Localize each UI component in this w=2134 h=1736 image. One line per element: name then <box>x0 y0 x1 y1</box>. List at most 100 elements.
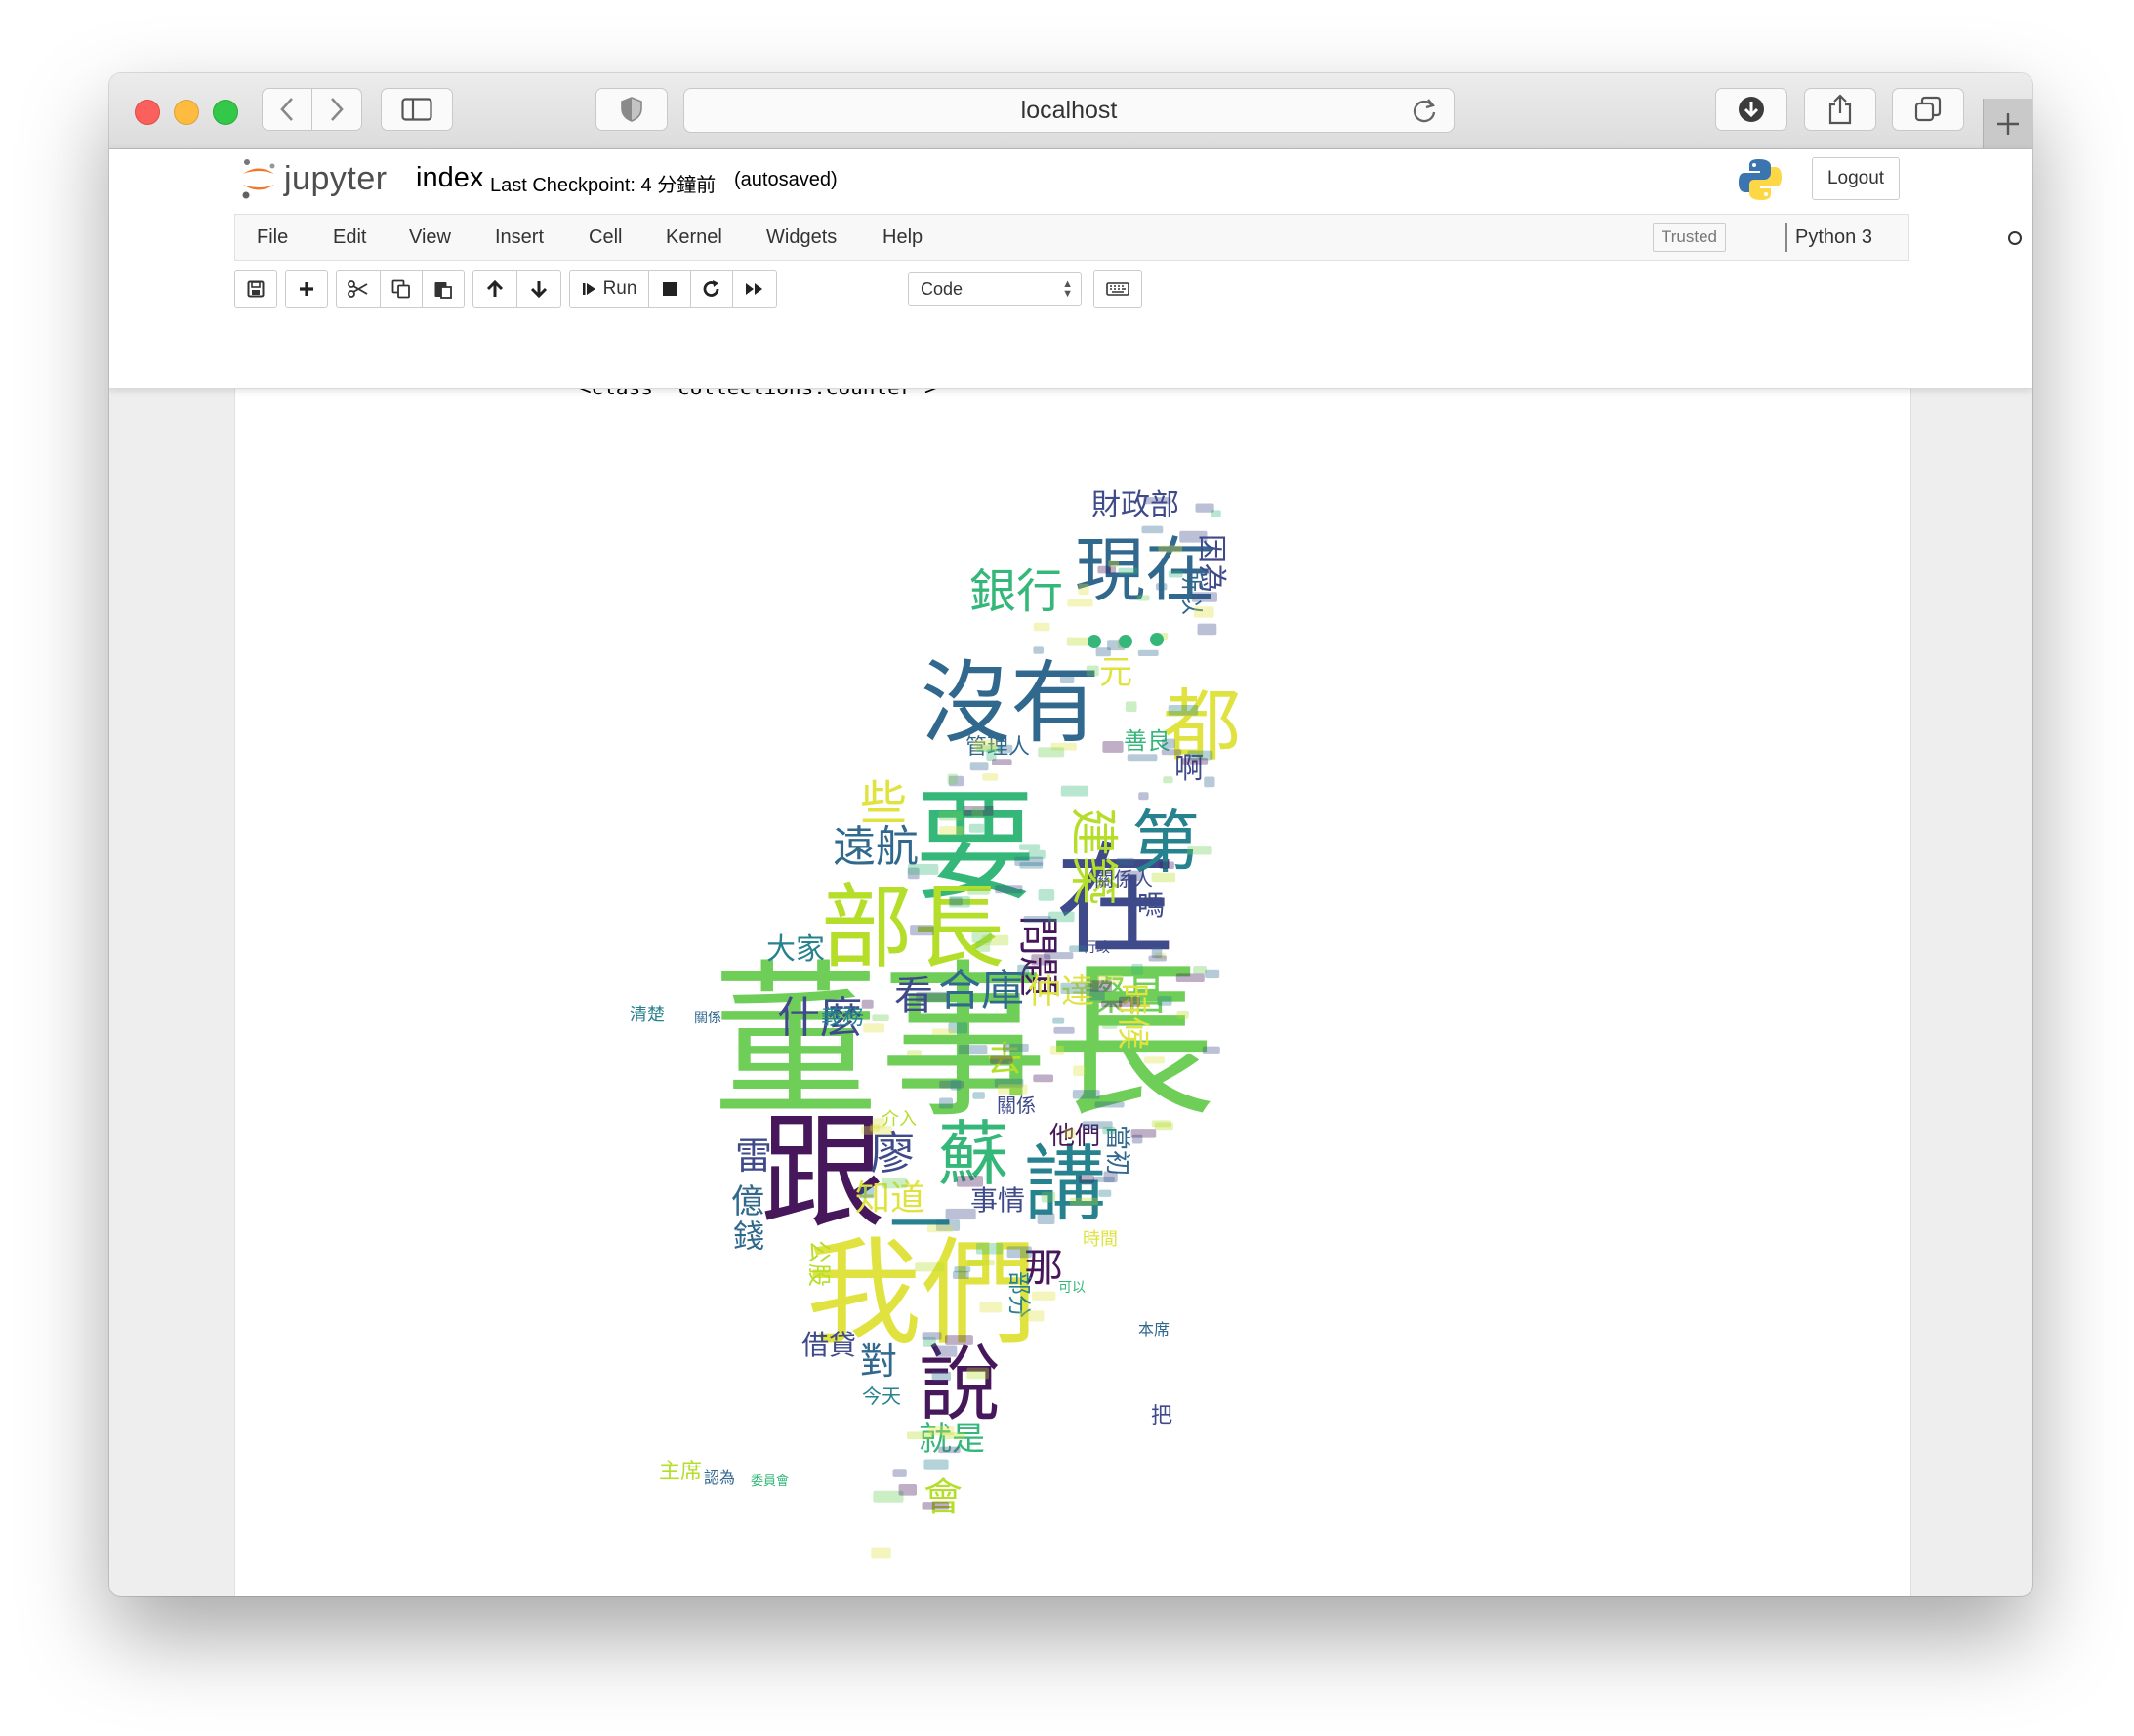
logout-button[interactable]: Logout <box>1812 157 1900 200</box>
forward-button[interactable] <box>311 88 362 131</box>
small-word-mark <box>1108 560 1119 568</box>
small-word-mark <box>1060 982 1091 994</box>
small-word-mark <box>1103 1171 1118 1183</box>
small-word-mark <box>926 1224 954 1233</box>
small-word-mark <box>1158 545 1183 553</box>
trusted-indicator[interactable]: Trusted <box>1653 223 1727 252</box>
small-word-mark <box>1143 497 1171 505</box>
small-word-mark <box>1195 503 1214 513</box>
minimize-window-button[interactable] <box>174 100 199 125</box>
word-億: 億 <box>731 1182 764 1221</box>
small-word-mark <box>1078 583 1089 595</box>
step-forward-icon <box>582 283 595 295</box>
word-清楚: 清楚 <box>630 1005 665 1025</box>
share-icon <box>1828 94 1852 125</box>
save-button[interactable] <box>234 270 277 308</box>
cut-button[interactable] <box>336 270 381 308</box>
jupyter-header: jupyter index Last Checkpoint: 4 分鐘前 (au… <box>109 149 2032 389</box>
small-word-mark <box>966 1367 989 1380</box>
small-word-mark <box>1119 870 1143 882</box>
menu-kernel[interactable]: Kernel <box>666 227 722 249</box>
word-時候: 時候 <box>1113 983 1152 1050</box>
command-palette-button[interactable] <box>1093 270 1142 308</box>
small-word-mark <box>975 1243 1004 1255</box>
run-label: Run <box>602 278 637 299</box>
small-word-mark <box>1136 595 1150 601</box>
select-arrows-icon: ▲ ▼ <box>1062 278 1073 300</box>
small-word-mark <box>1072 1090 1100 1099</box>
small-word-mark <box>967 1260 995 1266</box>
word-銀行: 銀行 <box>969 564 1063 619</box>
new-tab-button[interactable] <box>1983 99 2032 148</box>
restart-button[interactable] <box>690 270 733 308</box>
small-word-mark <box>1023 916 1051 924</box>
copy-icon <box>391 279 410 299</box>
menu-file[interactable]: File <box>257 227 288 249</box>
privacy-button[interactable] <box>595 88 668 131</box>
small-word-mark <box>939 1097 953 1109</box>
downloads-button[interactable] <box>1715 88 1787 131</box>
plus-icon <box>300 282 313 296</box>
small-word-mark <box>947 773 958 785</box>
small-word-mark <box>1089 989 1105 1001</box>
menu-insert[interactable]: Insert <box>495 227 544 249</box>
tabs-icon <box>1914 96 1942 122</box>
insert-cell-button[interactable] <box>285 270 328 308</box>
small-word-mark <box>1059 674 1075 683</box>
small-word-mark <box>1175 973 1205 982</box>
small-word-mark <box>1118 567 1138 575</box>
small-word-mark <box>995 885 1023 894</box>
address-bar[interactable]: localhost <box>683 88 1455 133</box>
small-word-mark <box>1094 1101 1125 1108</box>
word-本席: 本席 <box>1138 1320 1170 1339</box>
word-大家: 大家 <box>766 932 825 967</box>
small-word-mark <box>1176 1010 1189 1019</box>
menu-cell[interactable]: Cell <box>589 227 622 249</box>
paste-button[interactable] <box>422 270 465 308</box>
word-行政: 行政 <box>1083 940 1110 956</box>
word-跟: 跟 <box>760 1100 885 1246</box>
reload-icon[interactable] <box>1411 97 1438 124</box>
small-word-mark <box>942 1432 965 1439</box>
python-logo-icon <box>1739 159 1782 200</box>
restart-run-all-button[interactable] <box>732 270 777 308</box>
back-button[interactable] <box>262 88 312 131</box>
cell-type-select[interactable]: Code ▲ ▼ <box>908 272 1082 306</box>
keyboard-icon <box>1106 282 1129 296</box>
shield-icon <box>621 97 642 122</box>
share-button[interactable] <box>1804 88 1876 131</box>
small-word-mark <box>1067 599 1093 607</box>
small-word-mark <box>1181 758 1209 765</box>
restart-icon <box>703 280 719 297</box>
copy-button[interactable] <box>380 270 423 308</box>
menu-edit[interactable]: Edit <box>333 227 366 249</box>
small-word-mark <box>938 810 963 821</box>
small-word-mark <box>1003 1043 1029 1052</box>
small-word-mark <box>945 1335 973 1345</box>
run-button[interactable]: Run <box>569 270 649 308</box>
move-up-button[interactable] <box>472 270 517 308</box>
interrupt-button[interactable] <box>648 270 691 308</box>
tabs-overview-button[interactable] <box>1892 88 1964 131</box>
menu-view[interactable]: View <box>409 227 451 249</box>
small-word-mark <box>1157 996 1172 1006</box>
sidebar-toggle-button[interactable] <box>381 88 453 131</box>
fullscreen-window-button[interactable] <box>213 100 238 125</box>
close-window-button[interactable] <box>135 100 160 125</box>
small-word-mark <box>1187 846 1212 855</box>
jupyter-logo[interactable]: jupyter <box>239 157 388 200</box>
small-word-mark <box>1127 754 1158 762</box>
word-關係-2: 關係 <box>694 1011 721 1026</box>
word-建築: 建築 <box>1065 807 1122 905</box>
jupyter-logo-text: jupyter <box>284 159 388 197</box>
move-down-button[interactable] <box>516 270 561 308</box>
small-word-mark <box>1006 1246 1032 1259</box>
small-word-mark <box>1038 889 1055 901</box>
small-word-mark <box>1064 1128 1076 1139</box>
kernel-name[interactable]: Python 3 <box>1795 227 1872 249</box>
notebook-name[interactable]: index <box>416 162 483 194</box>
small-word-mark <box>1168 705 1199 716</box>
menu-help[interactable]: Help <box>882 227 923 249</box>
word-說: 說 <box>919 1337 1001 1432</box>
menu-widgets[interactable]: Widgets <box>766 227 837 249</box>
